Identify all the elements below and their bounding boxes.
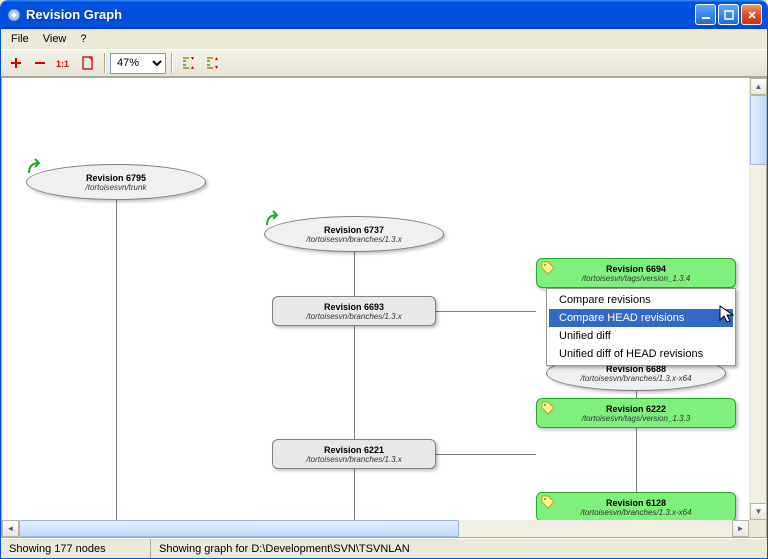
app-window: Revision Graph File View ? 1:1 47% [0, 0, 768, 559]
vertical-scrollbar[interactable]: ▲ ▼ [749, 78, 766, 520]
toolbar: 1:1 47% [1, 49, 767, 77]
tag-icon [541, 401, 555, 415]
zoom-out-button[interactable] [29, 52, 51, 74]
status-path: Showing graph for D:\Development\SVN\TSV… [151, 539, 767, 558]
ctx-unified-diff[interactable]: Unified diff [549, 327, 733, 345]
scroll-down-button[interactable]: ▼ [750, 503, 767, 520]
node-path: /tortoisesvn/branches/1.3.x-x64 [580, 508, 691, 517]
node-path: /tortoisesvn/branches/1.3.x [306, 235, 402, 244]
tag-icon [541, 495, 555, 509]
titlebar[interactable]: Revision Graph [1, 0, 767, 29]
zoom-select[interactable]: 47% [110, 53, 166, 74]
branch-arrow-icon [25, 157, 45, 177]
node-title: Revision 6737 [324, 225, 384, 235]
scroll-corner [749, 520, 766, 537]
close-button[interactable] [741, 4, 762, 25]
node-path: /tortoisesvn/trunk [86, 183, 147, 192]
ctx-unified-diff-head[interactable]: Unified diff of HEAD revisions [549, 345, 733, 363]
node-path: /tortoisesvn/branches/1.3.x-x64 [580, 374, 691, 383]
graph-edge [116, 187, 117, 520]
node-title: Revision 6694 [606, 264, 666, 274]
revision-node-6694[interactable]: Revision 6694 /tortoisesvn/tags/version_… [536, 258, 736, 288]
cursor-icon [718, 304, 738, 324]
revision-node-6222[interactable]: Revision 6222 /tortoisesvn/tags/version_… [536, 398, 736, 428]
node-title: Revision 6693 [324, 302, 384, 312]
fit-page-button[interactable] [77, 52, 99, 74]
app-icon [6, 7, 22, 23]
menubar: File View ? [1, 29, 767, 49]
scroll-left-button[interactable]: ◄ [2, 520, 19, 537]
revision-node-6795[interactable]: Revision 6795 /tortoisesvn/trunk [26, 164, 206, 200]
maximize-button[interactable] [718, 4, 739, 25]
branch-arrow-icon [263, 209, 283, 229]
graph-edge [636, 374, 637, 494]
tag-icon [541, 261, 555, 275]
statusbar: Showing 177 nodes Showing graph for D:\D… [1, 538, 767, 558]
zoom-in-button[interactable] [5, 52, 27, 74]
scroll-up-button[interactable]: ▲ [750, 78, 767, 95]
status-node-count: Showing 177 nodes [1, 539, 151, 558]
revision-node-6693[interactable]: Revision 6693 /tortoisesvn/branches/1.3.… [272, 296, 436, 326]
scroll-right-button[interactable]: ► [732, 520, 749, 537]
node-path: /tortoisesvn/tags/version_1.3.3 [582, 414, 691, 423]
ctx-compare-head-revisions[interactable]: Compare HEAD revisions [549, 309, 733, 327]
node-path: /tortoisesvn/branches/1.3.x [306, 455, 402, 464]
group-branches-button[interactable] [201, 52, 223, 74]
zoom-100-button[interactable]: 1:1 [53, 52, 75, 74]
graph-canvas[interactable]: Revision 6795 /tortoisesvn/trunk Revisio… [2, 78, 749, 520]
toolbar-separator [171, 53, 172, 73]
horizontal-scrollbar[interactable]: ◄ ► [2, 520, 749, 537]
node-title: Revision 6222 [606, 404, 666, 414]
minimize-button[interactable] [695, 4, 716, 25]
toolbar-separator [104, 53, 105, 73]
svg-text:1:1: 1:1 [56, 59, 69, 69]
menu-help[interactable]: ? [74, 31, 92, 47]
graph-edge [436, 454, 536, 455]
revision-node-6221[interactable]: Revision 6221 /tortoisesvn/branches/1.3.… [272, 439, 436, 469]
menu-view[interactable]: View [37, 31, 73, 47]
node-title: Revision 6221 [324, 445, 384, 455]
graph-viewport: Revision 6795 /tortoisesvn/trunk Revisio… [1, 77, 767, 538]
node-path: /tortoisesvn/tags/version_1.3.4 [582, 274, 691, 283]
context-menu: Compare revisions Compare HEAD revisions… [546, 288, 736, 366]
menu-file[interactable]: File [5, 31, 35, 47]
node-title: Revision 6795 [86, 173, 146, 183]
revision-node-6737[interactable]: Revision 6737 /tortoisesvn/branches/1.3.… [264, 216, 444, 252]
revision-node-6128[interactable]: Revision 6128 /tortoisesvn/branches/1.3.… [536, 492, 736, 520]
show-all-button[interactable] [177, 52, 199, 74]
graph-edge [436, 311, 536, 312]
ctx-compare-revisions[interactable]: Compare revisions [549, 291, 733, 309]
scroll-thumb[interactable] [19, 520, 459, 537]
scroll-thumb[interactable] [750, 95, 767, 165]
graph-edge [354, 239, 355, 520]
node-title: Revision 6128 [606, 498, 666, 508]
window-title: Revision Graph [26, 7, 695, 22]
node-path: /tortoisesvn/branches/1.3.x [306, 312, 402, 321]
